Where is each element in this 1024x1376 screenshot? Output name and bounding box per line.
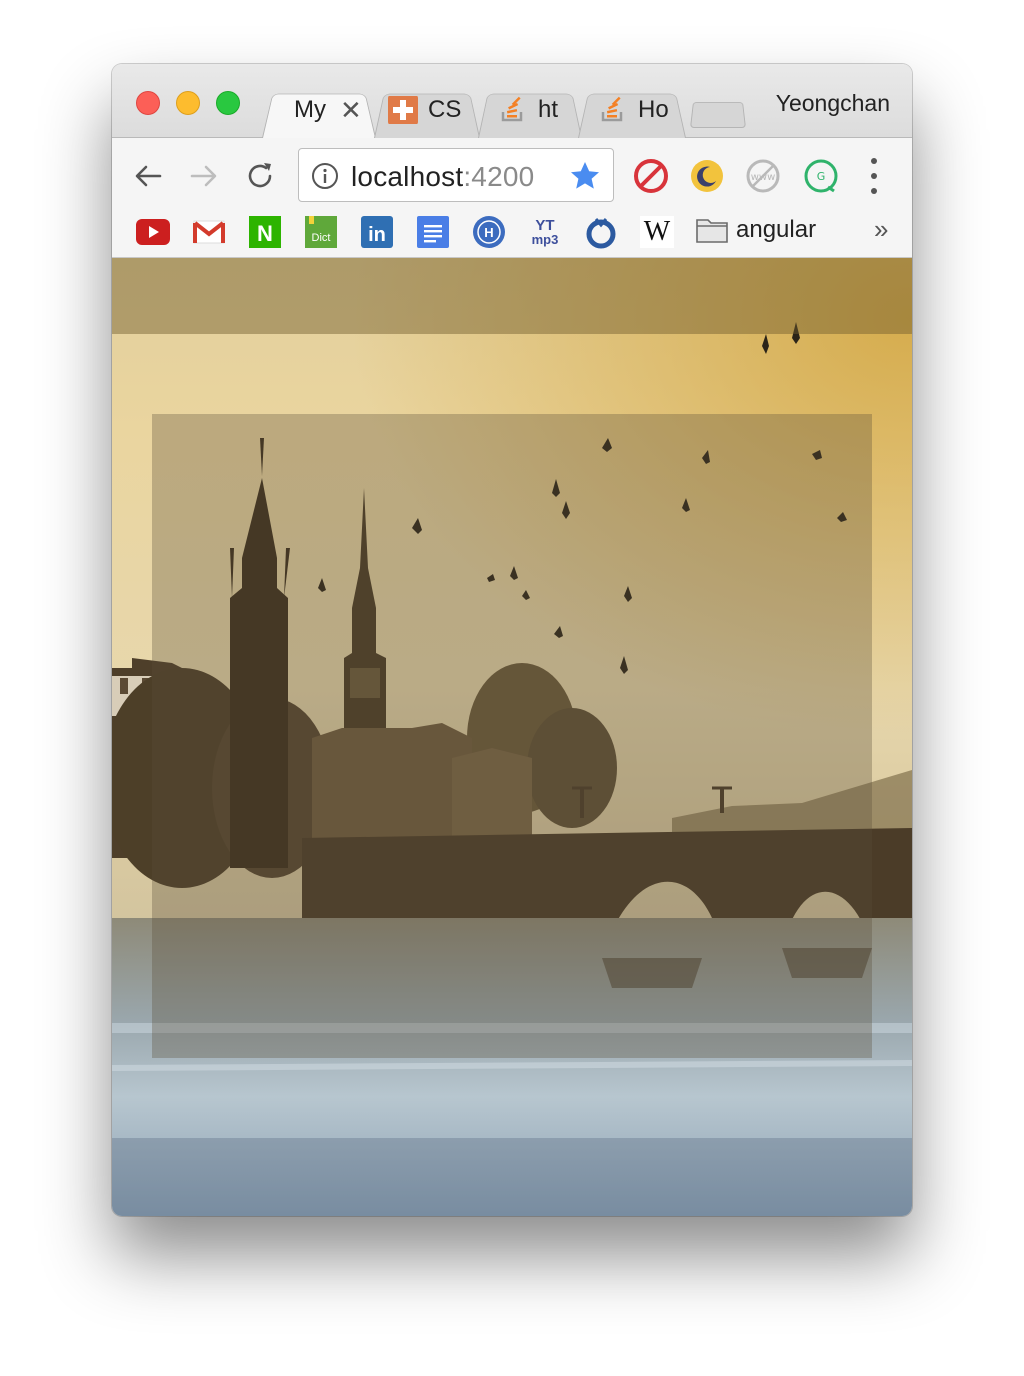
tab-close-icon[interactable]: ✕ xyxy=(340,96,362,124)
menu-dots-icon[interactable] xyxy=(864,158,884,194)
maximize-window-button[interactable] xyxy=(216,91,240,115)
svg-text:H: H xyxy=(484,225,493,240)
tab-label: Ho xyxy=(638,96,669,123)
bookmarks-overflow-button[interactable]: » xyxy=(874,214,888,245)
university-icon[interactable]: H xyxy=(472,216,506,248)
forward-button[interactable] xyxy=(184,156,224,196)
dict-icon[interactable]: Dict xyxy=(304,216,338,248)
cs-favicon-icon xyxy=(388,96,418,124)
stackoverflow-icon xyxy=(498,96,528,124)
reload-icon xyxy=(248,163,272,188)
svg-text:Dict: Dict xyxy=(312,232,331,244)
address-bar[interactable]: localhost:4200 xyxy=(298,148,614,202)
bottom-overlay-band xyxy=(112,1138,912,1216)
close-window-button[interactable] xyxy=(136,91,160,115)
tab-label: ht xyxy=(538,96,559,123)
center-overlay-box xyxy=(152,414,872,1058)
top-overlay-band xyxy=(112,258,912,334)
tab-my[interactable]: My ✕ xyxy=(262,82,376,138)
bookmark-star-icon xyxy=(571,162,599,189)
profile-name[interactable]: Yeongchan xyxy=(776,90,890,117)
reload-button[interactable] xyxy=(240,156,280,196)
svg-text:G: G xyxy=(817,170,826,183)
info-icon xyxy=(312,163,338,189)
stackoverflow-icon xyxy=(598,96,628,124)
title-bar: My ✕ CS ht Ho Yeongchan xyxy=(112,64,912,138)
tab-ht[interactable]: ht xyxy=(478,82,582,138)
www-blocked-icon[interactable]: www xyxy=(744,157,782,195)
page-content xyxy=(112,258,912,1216)
folder-label: angular xyxy=(736,216,817,243)
forward-arrow-icon xyxy=(190,165,217,187)
grammar-extension-icon[interactable]: G xyxy=(802,157,840,195)
tab-ho[interactable]: Ho xyxy=(578,82,686,138)
gmail-icon[interactable] xyxy=(192,216,226,248)
bookmark-folder-angular[interactable]: angular xyxy=(696,216,816,244)
ring-icon[interactable] xyxy=(584,216,618,249)
night-mode-icon[interactable] xyxy=(688,157,726,195)
naver-icon[interactable]: N xyxy=(248,216,282,248)
tab-label: CS xyxy=(428,96,462,123)
adblock-icon[interactable] xyxy=(632,157,670,195)
browser-window: My ✕ CS ht Ho Yeongchan localhost:4200 G… xyxy=(112,64,912,1216)
back-button[interactable] xyxy=(128,156,168,196)
docs-icon[interactable] xyxy=(416,216,450,248)
minimize-window-button[interactable] xyxy=(176,91,200,115)
folder-icon xyxy=(696,219,728,243)
new-tab-button[interactable] xyxy=(690,98,746,128)
browser-toolbar: localhost:4200 www G N Dict in H xyxy=(112,138,912,258)
ytmp3-icon[interactable]: YT mp3 xyxy=(528,216,562,248)
tab-cs[interactable]: CS xyxy=(374,82,480,138)
wikipedia-icon[interactable]: W xyxy=(640,216,674,248)
svg-text:in: in xyxy=(368,224,386,246)
svg-text:N: N xyxy=(257,221,273,246)
back-arrow-icon xyxy=(135,165,162,187)
url-text: localhost:4200 xyxy=(351,161,535,192)
youtube-icon[interactable] xyxy=(136,216,170,248)
linkedin-icon[interactable]: in xyxy=(360,216,394,248)
tab-label: My xyxy=(294,96,326,123)
